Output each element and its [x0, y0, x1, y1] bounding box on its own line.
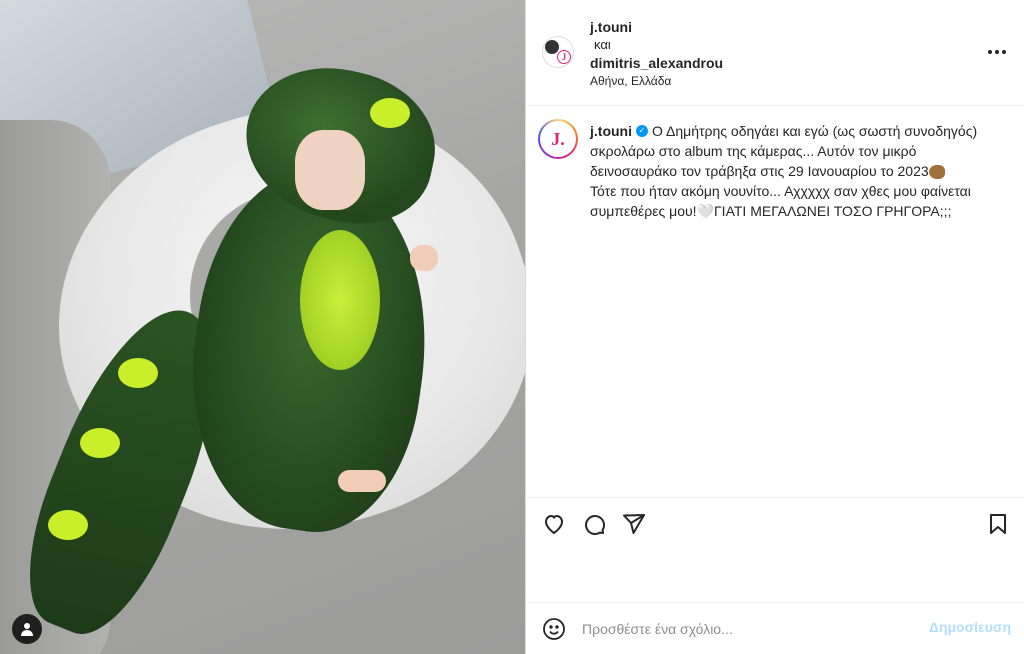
emoji-smile-icon[interactable]: [542, 617, 566, 641]
baby-face: [295, 130, 365, 210]
save-button[interactable]: [986, 512, 1012, 538]
post-header: J j.touni και dimitris_alexandrou Αθήνα,…: [526, 0, 1024, 106]
caption-line-1: Ο Δημήτρης οδηγάει και εγώ (ως σωστή συν…: [590, 123, 978, 179]
bookmark-icon: [990, 514, 1006, 534]
post-caption: J. j.touni ✓ Ο Δημήτρης οδηγάει και εγώ (ω…: [526, 107, 1024, 235]
dino-spike: [370, 98, 410, 128]
dino-costume-belly: [300, 230, 380, 370]
user-tag-icon[interactable]: [12, 614, 42, 644]
location-link[interactable]: Αθήνα, Ελλάδα: [590, 72, 723, 90]
more-horizontal-icon: [988, 50, 992, 54]
dinosaur-emoji-icon: [928, 165, 945, 180]
comment-input[interactable]: [582, 617, 912, 641]
verified-badge-icon: ✓: [636, 125, 648, 138]
dino-spike: [80, 428, 120, 458]
dino-spike: [48, 510, 88, 540]
collab-avatar[interactable]: J: [542, 36, 574, 68]
comment-button[interactable]: [582, 512, 608, 538]
username-link[interactable]: dimitris_alexandrou: [590, 54, 723, 72]
heart-icon: [544, 514, 564, 535]
comment-bar: Δημοσίευση: [526, 602, 1024, 654]
post-comment-button[interactable]: Δημοσίευση: [929, 619, 1011, 635]
connector-text: και: [594, 37, 611, 52]
baby-foot: [338, 470, 386, 492]
username-link[interactable]: j.touni: [590, 18, 723, 36]
share-button[interactable]: [622, 512, 648, 538]
caption-avatar[interactable]: J.: [538, 119, 578, 159]
caption-username[interactable]: j.touni: [590, 123, 632, 139]
caption-line-2: Τότε που ήταν ακόμη νουνίτο... Αχχχχχ σα…: [590, 183, 971, 219]
post-actions: [526, 497, 1024, 551]
post-photo[interactable]: [0, 0, 525, 654]
like-button[interactable]: [542, 512, 568, 538]
send-icon: [623, 514, 645, 534]
more-options-button[interactable]: [985, 40, 1009, 64]
dino-spike: [118, 358, 158, 388]
comment-icon: [585, 515, 606, 536]
baby-hand: [410, 245, 438, 271]
caption-text: j.touni ✓ Ο Δημήτρης οδηγάει και εγώ (ως σ…: [590, 121, 1000, 221]
header-names: j.touni και dimitris_alexandrou Αθήνα, Ε…: [590, 18, 723, 90]
post-side-panel: J j.touni και dimitris_alexandrou Αθήνα,…: [525, 0, 1024, 654]
